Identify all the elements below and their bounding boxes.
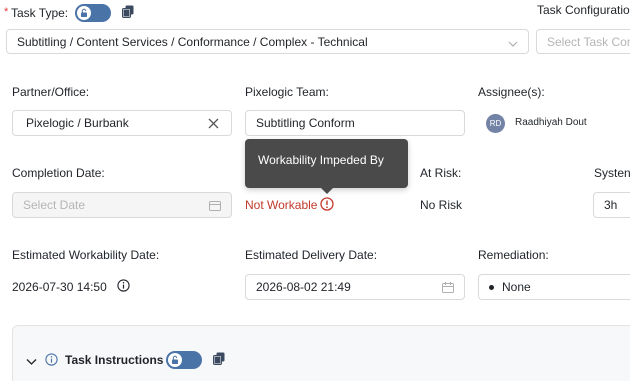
est-workability-label: Estimated Workability Date: [12, 248, 160, 262]
at-risk-label: At Risk: [420, 166, 462, 180]
task-type-select[interactable]: Subtitling / Content Services / Conforma… [6, 29, 529, 54]
partner-label: Partner/Office: [12, 85, 90, 99]
task-config-placeholder: Select Task Con [547, 34, 630, 49]
avatar: RD [486, 114, 505, 133]
copy-icon[interactable] [213, 352, 225, 368]
system-input[interactable]: 3h [593, 192, 630, 218]
est-delivery-input[interactable]: 2026-08-02 21:49 [245, 274, 465, 300]
completion-date-input[interactable]: Select Date [12, 192, 232, 218]
partner-select[interactable]: Pixelogic / Burbank [12, 110, 232, 136]
required-mark: * [4, 6, 9, 18]
workability-tooltip: Workability Impeded By [245, 139, 408, 194]
warning-icon[interactable] [320, 197, 334, 214]
system-label: Systen [594, 166, 630, 180]
unlock-icon [168, 353, 182, 367]
tooltip-text: Workability Impeded By [258, 153, 384, 167]
clear-icon[interactable] [208, 118, 219, 132]
remediation-select[interactable]: None [478, 274, 630, 300]
copy-icon[interactable] [122, 5, 134, 21]
task-instructions-title: Task Instructions [65, 353, 164, 367]
task-type-value: Subtitling / Content Services / Conforma… [17, 34, 368, 49]
assignee-name[interactable]: Raadhiyah Dout [515, 117, 587, 128]
bullet-icon [489, 284, 494, 290]
at-risk-value: No Risk [420, 198, 463, 212]
partner-value: Pixelogic / Burbank [26, 116, 129, 130]
task-config-select[interactable]: Select Task Con [536, 29, 630, 54]
unlock-icon [77, 6, 91, 20]
avatar-initials: RD [489, 119, 502, 128]
workability-status: Not Workable [245, 198, 318, 212]
calendar-icon [209, 200, 221, 214]
calendar-icon [442, 282, 454, 296]
task-config-label: Task Configuratio [537, 3, 630, 17]
system-value: 3h [604, 198, 618, 212]
team-value: Subtitling Conform [256, 116, 355, 130]
info-icon[interactable] [117, 279, 130, 295]
task-type-toggle[interactable] [75, 4, 111, 22]
info-icon[interactable] [45, 353, 58, 369]
task-type-label: Task Type: [11, 6, 69, 20]
instructions-toggle[interactable] [166, 351, 202, 369]
est-delivery-value: 2026-08-02 21:49 [256, 280, 351, 294]
completion-date-placeholder: Select Date [23, 198, 86, 212]
assignee-label: Assignee(s): [478, 85, 545, 99]
est-workability-value: 2026-07-30 14:50 [12, 280, 107, 294]
chevron-down-icon[interactable] [26, 355, 37, 369]
team-select[interactable]: Subtitling Conform [245, 110, 465, 136]
completion-label: Completion Date: [12, 166, 105, 180]
team-label: Pixelogic Team: [245, 85, 329, 99]
remediation-value: None [502, 280, 531, 294]
est-delivery-label: Estimated Delivery Date: [245, 248, 378, 262]
chevron-down-icon [508, 37, 518, 51]
remediation-label: Remediation: [478, 248, 549, 262]
